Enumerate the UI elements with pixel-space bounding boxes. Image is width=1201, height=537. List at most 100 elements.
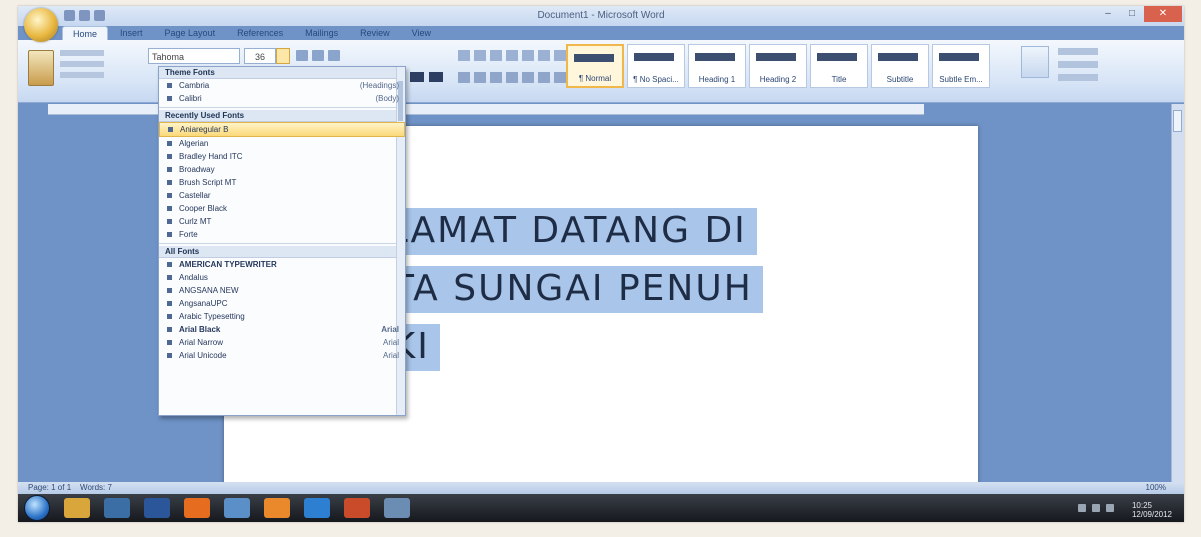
- grow-font-icon[interactable]: [296, 50, 308, 61]
- font-menu-item[interactable]: Arial Narrow Arial: [159, 336, 405, 349]
- ie-icon[interactable]: [304, 498, 330, 518]
- media-player-icon[interactable]: [104, 498, 130, 518]
- powerpoint-icon[interactable]: [344, 498, 370, 518]
- scrollbar-thumb[interactable]: [1173, 110, 1182, 132]
- increase-indent-icon[interactable]: [522, 50, 534, 61]
- highlight-icon[interactable]: [410, 72, 424, 82]
- font-menu-item[interactable]: Arial Unicode Arial: [159, 349, 405, 362]
- truetype-icon: [167, 154, 172, 159]
- font-menu-item[interactable]: Curlz MT: [159, 215, 405, 228]
- font-name-label: ANGSANA NEW: [179, 286, 239, 295]
- word-icon[interactable]: [144, 498, 170, 518]
- format-painter-icon[interactable]: [60, 72, 104, 78]
- word-count[interactable]: Words: 7: [80, 483, 112, 492]
- shading-icon[interactable]: [538, 72, 550, 83]
- zoom-level[interactable]: 100%: [1146, 482, 1166, 494]
- numbering-icon[interactable]: [474, 50, 486, 61]
- tab-view[interactable]: View: [402, 26, 441, 40]
- tab-insert[interactable]: Insert: [110, 26, 153, 40]
- style-label: Heading 2: [759, 75, 797, 84]
- font-menu-item[interactable]: Arial Black Arial: [159, 323, 405, 336]
- font-name-label: Bradley Hand ITC: [179, 152, 243, 161]
- font-name-label: Castellar: [179, 191, 211, 200]
- flag-icon[interactable]: [1106, 504, 1114, 512]
- justify-icon[interactable]: [506, 72, 518, 83]
- network-status-icon[interactable]: [1092, 504, 1100, 512]
- volume-icon[interactable]: [1078, 504, 1086, 512]
- folder-icon[interactable]: [64, 498, 90, 518]
- truetype-icon: [167, 275, 172, 280]
- select-icon[interactable]: [1058, 74, 1098, 81]
- font-menu-item[interactable]: AngsanaUPC: [159, 297, 405, 310]
- font-menu-item[interactable]: Andalus: [159, 271, 405, 284]
- sort-icon[interactable]: [538, 50, 550, 61]
- align-left-icon[interactable]: [458, 72, 470, 83]
- font-menu-item[interactable]: Aniaregular B: [159, 122, 405, 137]
- clear-formatting-icon[interactable]: [328, 50, 340, 61]
- font-menu-item[interactable]: Cambria (Headings): [159, 79, 405, 92]
- maximize-button[interactable]: □: [1120, 6, 1144, 22]
- line-spacing-icon[interactable]: [522, 72, 534, 83]
- style-item[interactable]: Title: [810, 44, 868, 88]
- office-button[interactable]: [24, 8, 58, 42]
- paste-icon[interactable]: [28, 50, 54, 86]
- menu-scrollbar[interactable]: [396, 67, 405, 415]
- page-count[interactable]: Page: 1 of 1: [28, 483, 71, 492]
- font-menu-item[interactable]: Broadway: [159, 163, 405, 176]
- truetype-icon: [167, 141, 172, 146]
- font-menu-item[interactable]: Cooper Black: [159, 202, 405, 215]
- style-preview: [695, 53, 735, 61]
- vertical-scrollbar[interactable]: [1171, 104, 1184, 482]
- font-menu-item[interactable]: Arabic Typesetting: [159, 310, 405, 323]
- font-menu-item[interactable]: Calibri (Body): [159, 92, 405, 105]
- truetype-icon: [168, 127, 173, 132]
- multilevel-list-icon[interactable]: [490, 50, 502, 61]
- change-styles-icon[interactable]: [1021, 46, 1049, 78]
- style-item[interactable]: Subtitle: [871, 44, 929, 88]
- find-icon[interactable]: [1058, 48, 1098, 55]
- close-button[interactable]: ✕: [1144, 6, 1182, 22]
- style-item[interactable]: Subtle Em...: [932, 44, 990, 88]
- font-size-dropdown-icon[interactable]: [276, 48, 290, 64]
- copy-icon[interactable]: [60, 61, 104, 67]
- network-icon[interactable]: [384, 498, 410, 518]
- align-center-icon[interactable]: [474, 72, 486, 83]
- borders-icon[interactable]: [554, 72, 566, 83]
- start-button-icon[interactable]: [24, 495, 50, 521]
- vlc-icon[interactable]: [264, 498, 290, 518]
- style-item[interactable]: Heading 2: [749, 44, 807, 88]
- clock[interactable]: 10:25 12/09/2012: [1132, 501, 1172, 519]
- firefox-icon[interactable]: [184, 498, 210, 518]
- font-menu-item[interactable]: AMERICAN TYPEWRITER: [159, 258, 405, 271]
- font-menu-item[interactable]: Brush Script MT: [159, 176, 405, 189]
- minimize-button[interactable]: –: [1096, 6, 1120, 22]
- font-name-input[interactable]: Tahoma: [148, 48, 240, 64]
- font-dropdown-menu: Theme Fonts Cambria (Headings) Calibri (Body…: [158, 66, 406, 416]
- font-menu-item[interactable]: Forte: [159, 228, 405, 241]
- tab-mailings[interactable]: Mailings: [295, 26, 348, 40]
- tab-review[interactable]: Review: [350, 26, 400, 40]
- tab-references[interactable]: References: [227, 26, 293, 40]
- font-size-input[interactable]: 36: [244, 48, 276, 64]
- paint-icon[interactable]: [224, 498, 250, 518]
- font-menu-item[interactable]: ANGSANA NEW: [159, 284, 405, 297]
- font-menu-item[interactable]: Castellar: [159, 189, 405, 202]
- font-color-icon[interactable]: [429, 72, 443, 82]
- shrink-font-icon[interactable]: [312, 50, 324, 61]
- style-item[interactable]: Heading 1: [688, 44, 746, 88]
- replace-icon[interactable]: [1058, 61, 1098, 68]
- cut-icon[interactable]: [60, 50, 104, 56]
- show-marks-icon[interactable]: [554, 50, 566, 61]
- align-right-icon[interactable]: [490, 72, 502, 83]
- tab-home[interactable]: Home: [62, 26, 109, 40]
- bullets-icon[interactable]: [458, 50, 470, 61]
- style-item[interactable]: ¶ No Spaci...: [627, 44, 685, 88]
- font-menu-item[interactable]: Algerian: [159, 137, 405, 150]
- font-menu-item[interactable]: Bradley Hand ITC: [159, 150, 405, 163]
- ribbon-tabs: Home Insert Page Layout References Mailings R…: [62, 26, 441, 40]
- style-preview: [756, 53, 796, 61]
- decrease-indent-icon[interactable]: [506, 50, 518, 61]
- style-item[interactable]: ¶ Normal: [566, 44, 624, 88]
- truetype-icon: [167, 219, 172, 224]
- tab-page-layout[interactable]: Page Layout: [155, 26, 226, 40]
